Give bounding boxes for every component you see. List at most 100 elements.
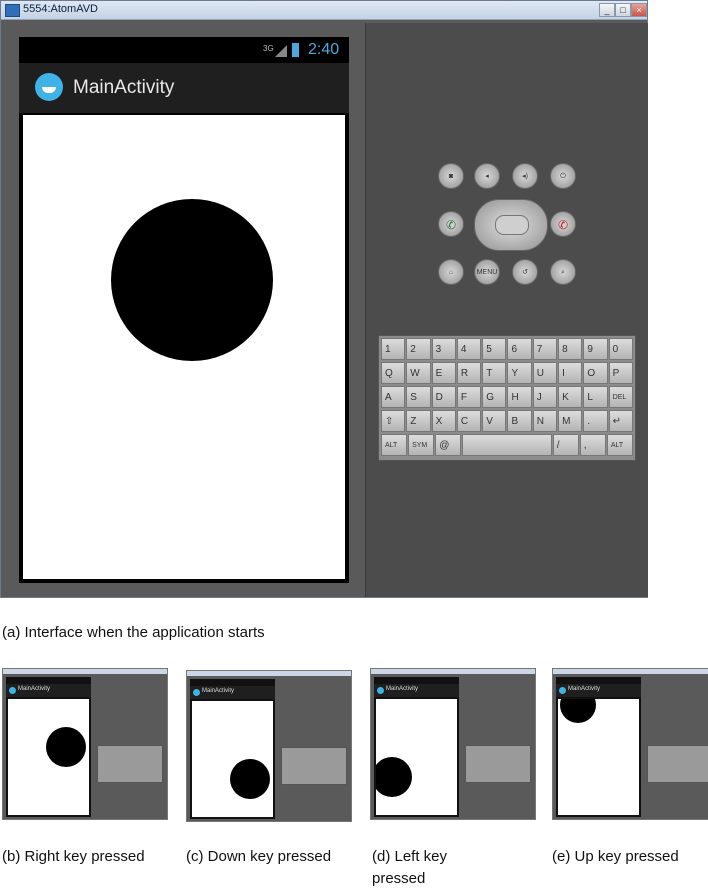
mini-phone: MainActivity: [556, 677, 641, 817]
key-w[interactable]: W: [406, 362, 431, 384]
mini-keyboard: [97, 745, 163, 783]
key-enter[interactable]: ↵: [608, 410, 633, 432]
key-i[interactable]: I: [558, 362, 583, 384]
key-space[interactable]: [462, 434, 552, 456]
mini-action-bar: MainActivity: [556, 684, 641, 697]
key-k[interactable]: K: [558, 386, 583, 408]
keyboard-row-1: 1 2 3 4 5 6 7 8 9 0: [381, 338, 633, 360]
home-key-icon[interactable]: ⌂: [438, 259, 464, 285]
mini-app-logo-icon: [559, 687, 566, 694]
emulator-app-icon: [5, 4, 20, 17]
key-comma[interactable]: ,: [579, 434, 606, 456]
caption-d: (d) Left key pressed: [372, 848, 448, 887]
mini-keyboard: [465, 745, 531, 783]
key-slash[interactable]: /: [552, 434, 579, 456]
mini-app-title: MainActivity: [202, 688, 235, 694]
app-canvas[interactable]: [23, 115, 345, 579]
key-z[interactable]: Z: [406, 410, 431, 432]
minimize-button[interactable]: _: [599, 3, 615, 17]
mini-screenshot-down: MainActivity: [186, 670, 352, 822]
search-key-icon[interactable]: ⌕: [550, 259, 576, 285]
menu-key[interactable]: MENU: [474, 259, 500, 285]
mini-app-logo-icon: [377, 687, 384, 694]
key-shift[interactable]: ⇧: [381, 410, 406, 432]
mini-canvas: [192, 701, 273, 817]
maximize-button[interactable]: □: [615, 3, 631, 17]
mini-phone: MainActivity: [374, 677, 459, 817]
mini-screenshot-up: MainActivity: [552, 668, 708, 820]
back-key-icon[interactable]: ↺: [512, 259, 538, 285]
key-7[interactable]: 7: [532, 338, 558, 360]
key-p[interactable]: P: [608, 362, 633, 384]
mini-app-logo-icon: [193, 689, 200, 696]
mini-canvas: [376, 699, 457, 815]
key-v[interactable]: V: [482, 410, 507, 432]
battery-icon: [292, 43, 299, 57]
key-0[interactable]: 0: [608, 338, 633, 360]
emulator-keyboard: 1 2 3 4 5 6 7 8 9 0 Q W E R T Y U I O P …: [378, 335, 636, 461]
key-period[interactable]: .: [583, 410, 608, 432]
keyboard-row-2: Q W E R T Y U I O P: [381, 362, 633, 384]
signal-icon: [275, 45, 287, 57]
keyboard-row-3: A S D F G H J K L DEL: [381, 386, 633, 408]
key-alt-right[interactable]: ALT: [606, 434, 633, 456]
window-title: 5554:AtomAVD: [23, 3, 99, 15]
key-5[interactable]: 5: [482, 338, 507, 360]
mini-ball: [46, 727, 86, 767]
close-button[interactable]: ×: [631, 3, 647, 17]
key-1[interactable]: 1: [381, 338, 406, 360]
volume-up-key-icon[interactable]: ◂): [512, 163, 538, 189]
key-9[interactable]: 9: [583, 338, 608, 360]
key-3[interactable]: 3: [431, 338, 456, 360]
key-j[interactable]: J: [532, 386, 558, 408]
status-clock: 2:40: [308, 41, 340, 58]
mini-titlebar: [553, 669, 708, 674]
key-del[interactable]: DEL: [608, 386, 633, 408]
mini-titlebar: [3, 669, 167, 674]
dpad[interactable]: [474, 199, 548, 251]
emulator-controls: ◙ ◂ ◂) ⏻ ✆ ✆ ⌂ MENU ↺ ⌕ 1 2 3 4 5 6 7 8 …: [365, 23, 648, 597]
mini-screenshot-left: MainActivity: [370, 668, 536, 820]
key-h[interactable]: H: [507, 386, 532, 408]
key-y[interactable]: Y: [507, 362, 532, 384]
window-titlebar: 5554:AtomAVD _ □ ×: [1, 1, 647, 20]
mini-app-title: MainActivity: [568, 686, 601, 692]
key-4[interactable]: 4: [456, 338, 482, 360]
key-u[interactable]: U: [532, 362, 558, 384]
key-t[interactable]: T: [482, 362, 507, 384]
key-x[interactable]: X: [431, 410, 456, 432]
key-sym[interactable]: SYM: [408, 434, 435, 456]
mini-app-title: MainActivity: [18, 686, 51, 692]
key-n[interactable]: N: [532, 410, 558, 432]
key-6[interactable]: 6: [507, 338, 532, 360]
call-key-icon[interactable]: ✆: [438, 211, 464, 237]
end-call-key-icon[interactable]: ✆: [550, 211, 576, 237]
key-alt-left[interactable]: ALT: [381, 434, 408, 456]
mini-action-bar: MainActivity: [374, 684, 459, 697]
key-at[interactable]: @: [435, 434, 462, 456]
key-q[interactable]: Q: [381, 362, 406, 384]
key-a[interactable]: A: [381, 386, 406, 408]
key-f[interactable]: F: [456, 386, 482, 408]
mini-app-logo-icon: [9, 687, 16, 694]
action-bar: MainActivity: [19, 63, 349, 113]
volume-down-key-icon[interactable]: ◂: [474, 163, 500, 189]
key-l[interactable]: L: [583, 386, 608, 408]
app-title: MainActivity: [73, 77, 175, 98]
dpad-center-button[interactable]: [495, 215, 529, 235]
key-d[interactable]: D: [431, 386, 456, 408]
key-m[interactable]: M: [558, 410, 583, 432]
key-2[interactable]: 2: [406, 338, 431, 360]
key-8[interactable]: 8: [558, 338, 583, 360]
key-o[interactable]: O: [583, 362, 608, 384]
key-c[interactable]: C: [456, 410, 482, 432]
camera-key-icon[interactable]: ◙: [438, 163, 464, 189]
power-key-icon[interactable]: ⏻: [550, 163, 576, 189]
key-s[interactable]: S: [406, 386, 431, 408]
mini-canvas: [558, 699, 639, 815]
key-e[interactable]: E: [431, 362, 456, 384]
key-r[interactable]: R: [456, 362, 482, 384]
keyboard-row-4: ⇧ Z X C V B N M . ↵: [381, 410, 633, 432]
key-g[interactable]: G: [482, 386, 507, 408]
key-b[interactable]: B: [507, 410, 532, 432]
